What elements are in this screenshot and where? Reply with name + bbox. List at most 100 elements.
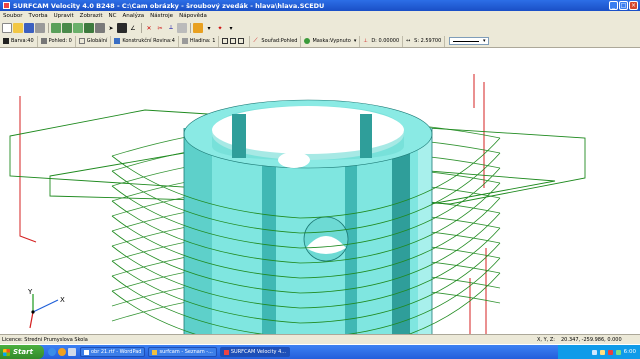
menu-napoveda[interactable]: Nápověda xyxy=(176,13,210,19)
cube-front-icon[interactable] xyxy=(222,38,229,44)
arrow-icon[interactable]: ➤ xyxy=(106,23,116,33)
taskbar-item-label: SURFCAM Velocity 4... xyxy=(230,349,287,355)
cursor-coordinates: 20.347, -259.986, 0.000 xyxy=(561,336,622,343)
save-icon[interactable] xyxy=(24,23,34,33)
window-controls: _ □ × xyxy=(609,1,638,10)
rotate-icon[interactable] xyxy=(62,23,72,33)
cube-iso-icon[interactable] xyxy=(230,38,237,44)
taskbar-item-surfcam[interactable]: SURFCAM Velocity 4... xyxy=(219,347,291,357)
step-setting[interactable]: ↔ S: 2.59700 xyxy=(403,35,446,47)
model-view: X Y xyxy=(9,74,586,334)
view-buttons xyxy=(219,35,251,47)
clock: 6:00 xyxy=(623,349,636,355)
start-label: Start xyxy=(13,348,33,356)
close-button[interactable]: × xyxy=(629,1,638,10)
axis-icon: ⟋ xyxy=(253,37,258,44)
network-icon[interactable] xyxy=(591,349,597,355)
taskbar-item-label: surfcam - Seznam -... xyxy=(159,349,213,355)
dropdown-arrow-icon[interactable]: ▾ xyxy=(204,23,214,33)
menu-analyza[interactable]: Analýza xyxy=(119,13,147,19)
menu-upravit[interactable]: Upravit xyxy=(51,13,77,19)
start-button[interactable]: Start xyxy=(0,345,44,359)
taskbar-item-browser[interactable]: surfcam - Seznam -... xyxy=(148,347,217,357)
show-desktop-icon[interactable] xyxy=(68,348,76,356)
menu-zobrazit[interactable]: Zobrazit xyxy=(77,13,106,19)
global-label: Globální xyxy=(86,38,108,44)
cylinder-body xyxy=(183,99,433,334)
taskbar: Start obr 21.rtf - WordPad surfcam - Sez… xyxy=(0,345,640,359)
cube-side-icon[interactable] xyxy=(238,38,245,44)
point-icon[interactable]: ✦ xyxy=(215,23,225,33)
line-style-preview xyxy=(453,41,480,42)
minimize-button[interactable]: _ xyxy=(609,1,618,10)
triad-x-label: X xyxy=(60,296,65,304)
menu-nc[interactable]: NC xyxy=(106,13,120,19)
xyz-label: X, Y, Z: xyxy=(537,336,555,343)
mask-icon xyxy=(304,38,311,44)
antivirus-icon[interactable] xyxy=(607,349,613,355)
new-file-icon[interactable] xyxy=(2,23,12,33)
color-picker-icon[interactable] xyxy=(193,23,203,33)
license-text: Licence: Stredni Prumyslova Skola xyxy=(2,336,88,343)
mirror-icon[interactable] xyxy=(84,23,94,33)
taskbar-item-wordpad[interactable]: obr 21.rtf - WordPad xyxy=(80,347,146,357)
trim-icon[interactable]: ✂ xyxy=(155,23,165,33)
menu-nastroje[interactable]: Nástroje xyxy=(147,13,176,19)
mask-label: Maska:Vypnuto xyxy=(312,38,351,44)
menu-soubor[interactable]: Soubor xyxy=(0,13,25,19)
volume-icon[interactable] xyxy=(599,349,605,355)
view-setting[interactable]: Pohled: 0 xyxy=(38,35,76,47)
system-tray: 6:00 xyxy=(558,345,640,359)
toolbar-separator xyxy=(141,23,142,33)
surfcam-icon xyxy=(223,349,229,355)
step-icon: ↔ xyxy=(406,38,411,44)
scale-icon[interactable] xyxy=(73,23,83,33)
dropdown-arrow-icon[interactable]: ▾ xyxy=(226,23,236,33)
layer-label: Hladina: 1 xyxy=(189,38,216,44)
global-setting[interactable]: Globální xyxy=(76,35,112,47)
layer-setting[interactable]: Hladina: 1 xyxy=(179,35,220,47)
open-folder-icon[interactable] xyxy=(13,23,23,33)
depth-label: D: 0.00000 xyxy=(371,38,400,44)
mask-setting[interactable]: Maska:Vypnuto ▾ xyxy=(301,35,361,47)
depth-icon: ⊥ xyxy=(363,38,368,44)
line-style-dropdown[interactable]: ▾ xyxy=(449,37,490,45)
3d-viewport[interactable]: X Y xyxy=(0,48,640,334)
view-icon xyxy=(40,38,47,44)
construction-plane-setting[interactable]: Konstrukční Rovina:4 xyxy=(111,35,179,47)
construction-plane-label: Konstrukční Rovina:4 xyxy=(122,38,175,44)
app-icon[interactable] xyxy=(3,2,10,9)
coordinate-setting[interactable]: ⟋ Souřad:Pohled xyxy=(250,35,302,47)
plane-icon xyxy=(114,38,121,44)
color-setting[interactable]: Barva:40 xyxy=(0,35,38,47)
ie-icon[interactable] xyxy=(48,348,56,356)
global-icon xyxy=(78,38,85,44)
shade-icon[interactable] xyxy=(117,23,127,33)
print-icon[interactable] xyxy=(35,23,45,33)
translate-icon[interactable] xyxy=(51,23,61,33)
toolbar-separator xyxy=(48,23,49,33)
chevron-down-icon: ▾ xyxy=(483,38,486,44)
toolbar-separator xyxy=(190,23,191,33)
break-icon[interactable]: ⟂ xyxy=(166,23,176,33)
media-player-icon[interactable] xyxy=(58,348,66,356)
window-title: SURFCAM Velocity 4.0 B248 - C:\Cam obráz… xyxy=(13,1,325,10)
depth-setting[interactable]: ⊥ D: 0.00000 xyxy=(360,35,404,47)
view-label: Pohled: 0 xyxy=(48,38,72,44)
measure-icon[interactable]: ∠ xyxy=(128,23,138,33)
wordpad-icon xyxy=(84,349,89,355)
color-label: Barva:40 xyxy=(11,38,34,44)
delete-icon[interactable]: ✕ xyxy=(144,23,154,33)
layer-icon xyxy=(181,38,188,44)
layer-icon[interactable] xyxy=(177,23,187,33)
axis-triad: X Y xyxy=(27,288,65,329)
windows-logo-icon xyxy=(3,348,10,356)
mask-dropdown-icon[interactable]: ▾ xyxy=(354,38,357,44)
language-icon[interactable] xyxy=(615,349,621,355)
info-bar: Licence: Stredni Prumyslova Skola X, Y, … xyxy=(0,334,640,344)
menu-tvorba[interactable]: Tvorba xyxy=(25,13,50,19)
copy-icon[interactable] xyxy=(95,23,105,33)
step-label: S: 2.59700 xyxy=(414,38,442,44)
quick-launch xyxy=(48,348,76,356)
maximize-button[interactable]: □ xyxy=(619,1,628,10)
